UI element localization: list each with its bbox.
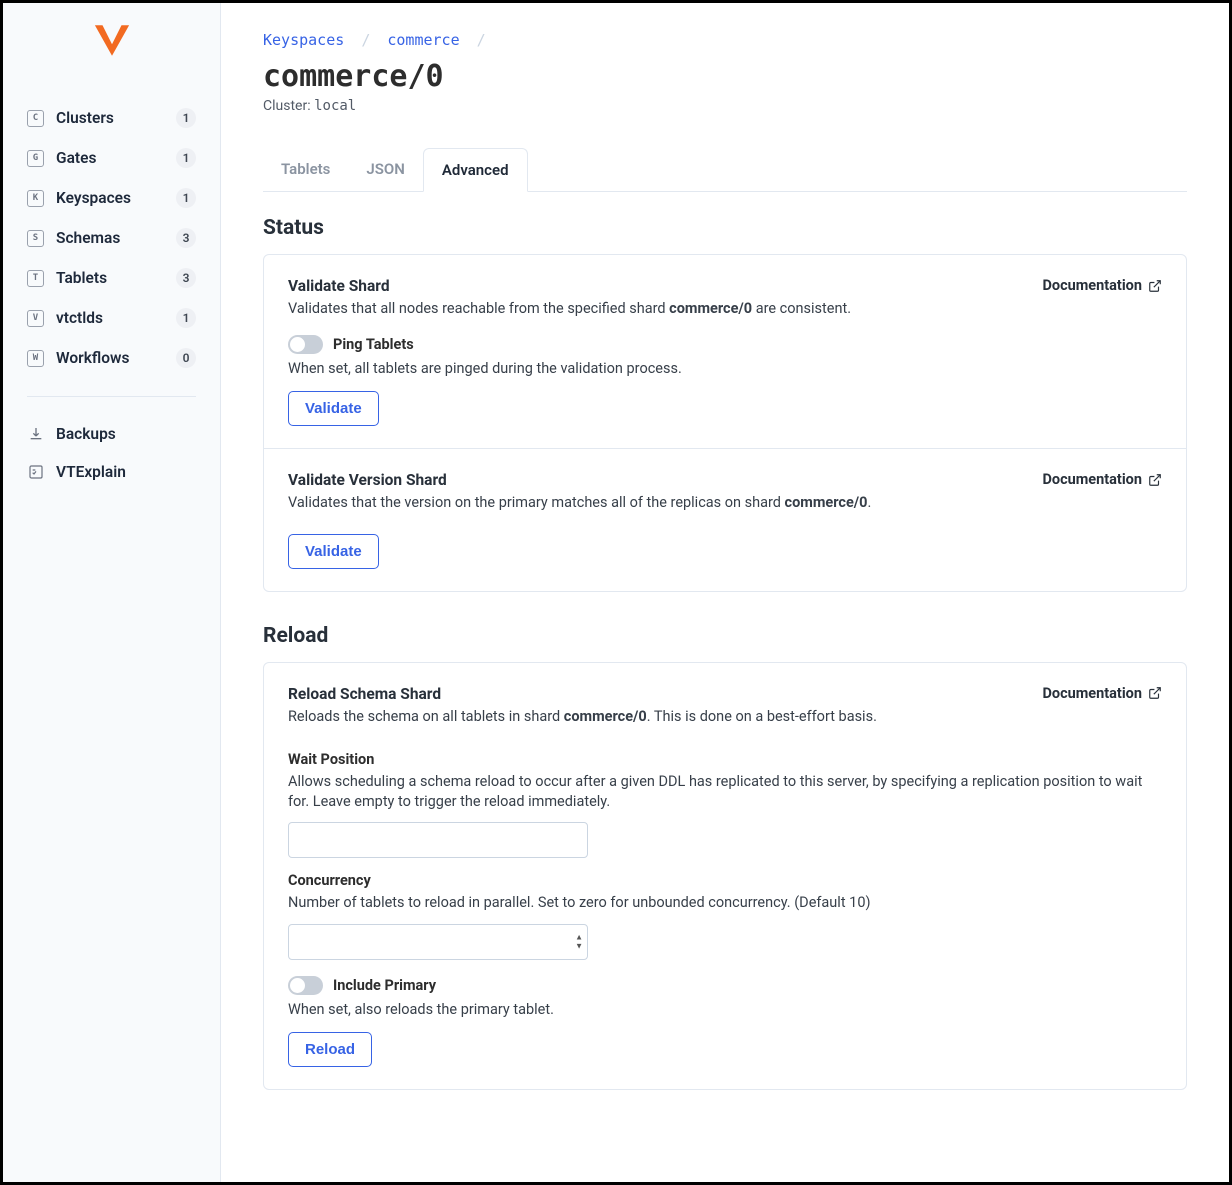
breadcrumb-separator: / bbox=[477, 31, 486, 49]
breadcrumb-separator: / bbox=[361, 31, 370, 49]
number-stepper-icon[interactable]: ▲▼ bbox=[575, 933, 583, 950]
include-primary-toggle[interactable] bbox=[288, 976, 323, 995]
sidebar-item-label: Schemas bbox=[56, 229, 176, 247]
wait-position-label: Wait Position bbox=[288, 751, 1162, 768]
card-description: Validates that all nodes reachable from … bbox=[288, 299, 851, 319]
count-badge: 1 bbox=[176, 188, 196, 208]
sidebar-item-label: VTExplain bbox=[56, 463, 196, 481]
sidebar-item-keyspaces[interactable]: K Keyspaces 1 bbox=[27, 178, 196, 218]
card-description: Validates that the version on the primar… bbox=[288, 493, 871, 513]
count-badge: 3 bbox=[176, 268, 196, 288]
sidebar-item-schemas[interactable]: S Schemas 3 bbox=[27, 218, 196, 258]
documentation-link[interactable]: Documentation bbox=[1042, 277, 1162, 294]
sidebar: C Clusters 1 G Gates 1 K Keyspaces 1 S S… bbox=[3, 3, 221, 1182]
sidebar-item-vtctlds[interactable]: V vtctlds 1 bbox=[27, 298, 196, 338]
toggle-help: When set, also reloads the primary table… bbox=[288, 1001, 1162, 1018]
count-badge: 1 bbox=[176, 108, 196, 128]
wait-position-input[interactable] bbox=[288, 822, 588, 858]
ping-tablets-toggle[interactable] bbox=[288, 335, 323, 354]
nav-secondary: Backups VTExplain bbox=[3, 415, 220, 491]
key-icon: T bbox=[27, 270, 44, 287]
sidebar-item-label: Keyspaces bbox=[56, 189, 176, 207]
nav-divider bbox=[27, 396, 196, 397]
tab-tablets[interactable]: Tablets bbox=[263, 148, 348, 191]
card-description: Reloads the schema on all tablets in sha… bbox=[288, 707, 877, 727]
key-icon: C bbox=[27, 110, 44, 127]
sidebar-item-label: Workflows bbox=[56, 349, 176, 367]
sidebar-item-vtexplain[interactable]: VTExplain bbox=[27, 453, 196, 491]
external-link-icon bbox=[1148, 279, 1162, 293]
reload-card-stack: Reload Schema Shard Reloads the schema o… bbox=[263, 662, 1187, 1090]
key-icon: G bbox=[27, 150, 44, 167]
sidebar-item-gates[interactable]: G Gates 1 bbox=[27, 138, 196, 178]
validate-version-shard-card: Validate Version Shard Validates that th… bbox=[264, 448, 1186, 590]
toggle-label: Include Primary bbox=[333, 977, 436, 994]
card-title: Validate Shard bbox=[288, 277, 851, 295]
toggle-label: Ping Tablets bbox=[333, 336, 414, 353]
breadcrumb-keyspaces[interactable]: Keyspaces bbox=[263, 31, 344, 49]
card-title: Validate Version Shard bbox=[288, 471, 871, 489]
toggle-help: When set, all tablets are pinged during … bbox=[288, 360, 1162, 377]
validate-shard-card: Validate Shard Validates that all nodes … bbox=[264, 255, 1186, 448]
sidebar-item-tablets[interactable]: T Tablets 3 bbox=[27, 258, 196, 298]
wait-position-help: Allows scheduling a schema reload to occ… bbox=[288, 772, 1162, 813]
breadcrumb: Keyspaces / commerce / bbox=[263, 31, 1187, 49]
key-icon: W bbox=[27, 350, 44, 367]
cluster-line: Cluster: local bbox=[263, 98, 1187, 114]
concurrency-help: Number of tablets to reload in parallel.… bbox=[288, 893, 1162, 913]
documentation-link[interactable]: Documentation bbox=[1042, 685, 1162, 702]
tab-bar: Tablets JSON Advanced bbox=[263, 148, 1187, 192]
cluster-name: local bbox=[314, 98, 356, 114]
count-badge: 3 bbox=[176, 228, 196, 248]
documentation-link[interactable]: Documentation bbox=[1042, 471, 1162, 488]
tab-json[interactable]: JSON bbox=[348, 148, 422, 191]
status-card-stack: Validate Shard Validates that all nodes … bbox=[263, 254, 1187, 592]
page-title: commerce/0 bbox=[263, 59, 1187, 94]
download-icon bbox=[27, 426, 44, 443]
section-title-status: Status bbox=[263, 216, 1187, 240]
sidebar-item-label: Gates bbox=[56, 149, 176, 167]
key-icon: V bbox=[27, 310, 44, 327]
vitess-logo-icon bbox=[93, 23, 131, 58]
validate-button[interactable]: Validate bbox=[288, 534, 379, 569]
tab-advanced[interactable]: Advanced bbox=[423, 148, 528, 192]
section-title-reload: Reload bbox=[263, 624, 1187, 648]
reload-button[interactable]: Reload bbox=[288, 1032, 372, 1067]
external-link-icon bbox=[1148, 686, 1162, 700]
key-icon: K bbox=[27, 190, 44, 207]
main-content: Keyspaces / commerce / commerce/0 Cluste… bbox=[221, 3, 1229, 1182]
sidebar-item-backups[interactable]: Backups bbox=[27, 415, 196, 453]
sidebar-item-clusters[interactable]: C Clusters 1 bbox=[27, 98, 196, 138]
key-icon: S bbox=[27, 230, 44, 247]
cluster-label: Cluster: bbox=[263, 98, 311, 114]
checklist-icon bbox=[27, 464, 44, 481]
breadcrumb-commerce[interactable]: commerce bbox=[387, 31, 459, 49]
concurrency-input[interactable] bbox=[288, 924, 588, 960]
validate-button[interactable]: Validate bbox=[288, 391, 379, 426]
sidebar-item-workflows[interactable]: W Workflows 0 bbox=[27, 338, 196, 378]
reload-schema-shard-card: Reload Schema Shard Reloads the schema o… bbox=[264, 663, 1186, 1089]
card-title: Reload Schema Shard bbox=[288, 685, 877, 703]
count-badge: 1 bbox=[176, 308, 196, 328]
count-badge: 1 bbox=[176, 148, 196, 168]
sidebar-item-label: Clusters bbox=[56, 109, 176, 127]
nav-primary: C Clusters 1 G Gates 1 K Keyspaces 1 S S… bbox=[3, 98, 220, 378]
count-badge: 0 bbox=[176, 348, 196, 368]
external-link-icon bbox=[1148, 473, 1162, 487]
concurrency-label: Concurrency bbox=[288, 872, 1162, 889]
sidebar-item-label: Backups bbox=[56, 425, 196, 443]
logo bbox=[3, 23, 220, 58]
sidebar-item-label: vtctlds bbox=[56, 309, 176, 327]
sidebar-item-label: Tablets bbox=[56, 269, 176, 287]
